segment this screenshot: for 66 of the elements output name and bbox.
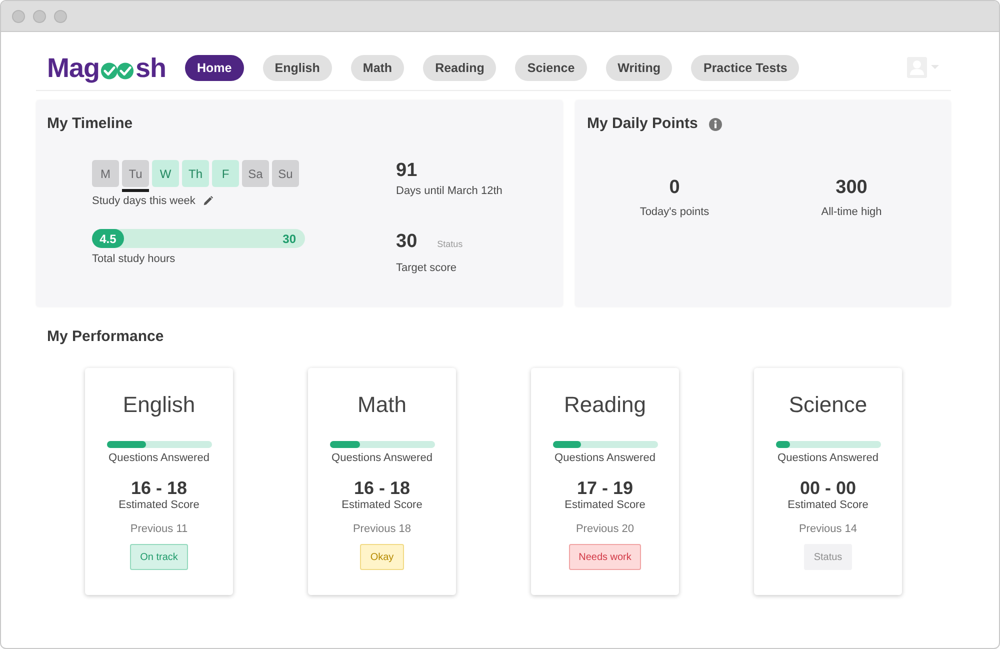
panel-title: My Timeline	[46, 114, 134, 133]
pencil-icon[interactable]	[203, 196, 214, 206]
window-control-icon[interactable]	[33, 10, 46, 22]
weekday-tile[interactable]: M	[92, 160, 119, 187]
previous-score: Previous 18	[352, 522, 412, 536]
weekday-tile[interactable]: Tu	[122, 160, 149, 187]
points-value: 300	[836, 178, 868, 198]
estimated-score-value: 17 - 19	[576, 478, 634, 498]
hours-total: 30	[282, 232, 297, 246]
weekday-tile[interactable]: Sa	[242, 160, 269, 187]
status-tag: Status	[804, 544, 852, 570]
status-tag: Needs work	[568, 544, 642, 570]
nav-tab[interactable]: Writing	[606, 54, 672, 80]
subject-card[interactable]: English Questions Answered 16 - 18 Estimated Score Previous 11 On track	[85, 368, 233, 595]
target-status-text: Status	[437, 239, 463, 249]
status-tag: Okay	[360, 544, 404, 570]
target-score-caption: Target score	[396, 261, 457, 275]
previous-score: Previous 20	[576, 522, 634, 536]
subject-name: Reading	[564, 391, 646, 419]
info-icon[interactable]	[708, 118, 722, 130]
weekday-tile[interactable]: Su	[272, 160, 299, 187]
weekday-tile[interactable]: Th	[182, 160, 209, 187]
hours-value: 4.5	[100, 232, 116, 246]
estimated-score-value: 16 - 18	[354, 478, 410, 498]
previous-score: Previous 14	[798, 522, 858, 536]
estimated-score-caption: Estimated Score	[788, 498, 868, 512]
estimated-score-value: 00 - 00	[800, 478, 856, 498]
questions-caption: Questions Answered	[554, 451, 656, 465]
nav-tab[interactable]: Math	[350, 54, 404, 80]
target-score-value: 30	[396, 232, 418, 252]
nav-tab[interactable]: Practice Tests	[691, 54, 800, 80]
subject-card[interactable]: Math Questions Answered 16 - 18 Estimated Score Previous 18 Okay	[308, 368, 456, 595]
weekday-tile[interactable]: W	[152, 160, 179, 187]
subject-name: Math	[358, 391, 406, 419]
study-days-caption: Study days this week	[92, 194, 196, 208]
nav-tab[interactable]: Home	[185, 54, 244, 80]
subject-card[interactable]: Science Questions Answered 00 - 00 Estimated Score Previous 14 Status	[754, 368, 902, 595]
caret-icon[interactable]	[931, 65, 939, 70]
subject-card[interactable]: Reading Questions Answered 17 - 19 Estimated Score Previous 20 Needs work	[531, 368, 679, 595]
points-caption: All-time high	[821, 205, 882, 219]
questions-caption: Questions Answered	[778, 451, 878, 465]
questions-caption: Questions Answered	[332, 451, 432, 465]
previous-score: Previous 11	[130, 522, 188, 536]
days-remaining-value: 91	[396, 161, 418, 181]
logo-text: Mag	[47, 52, 100, 82]
window-control-icon[interactable]	[54, 10, 67, 22]
points-value: 0	[669, 178, 680, 198]
estimated-score-caption: Estimated Score	[342, 498, 422, 512]
section-title: My Performance	[47, 328, 164, 346]
nav-tab[interactable]: Science	[515, 54, 587, 80]
days-remaining-caption: Days until March 12th	[396, 184, 502, 198]
logo-text: sh	[136, 52, 166, 82]
study-hours-caption: Total study hours	[92, 252, 176, 266]
estimated-score-value: 16 - 18	[130, 478, 188, 498]
questions-caption: Questions Answered	[108, 451, 210, 465]
status-tag: On track	[130, 544, 188, 570]
points-caption: Today's points	[640, 205, 710, 219]
nav-tab[interactable]: English	[262, 54, 332, 80]
panel-title: My Daily Points	[587, 115, 698, 133]
subject-name: Science	[788, 391, 868, 419]
nav-tab[interactable]: Reading	[423, 54, 496, 80]
estimated-score-caption: Estimated Score	[564, 498, 646, 512]
subject-name: English	[122, 391, 196, 419]
estimated-score-caption: Estimated Score	[118, 498, 200, 512]
weekday-tile[interactable]: F	[212, 160, 239, 187]
window-control-icon[interactable]	[12, 10, 25, 22]
